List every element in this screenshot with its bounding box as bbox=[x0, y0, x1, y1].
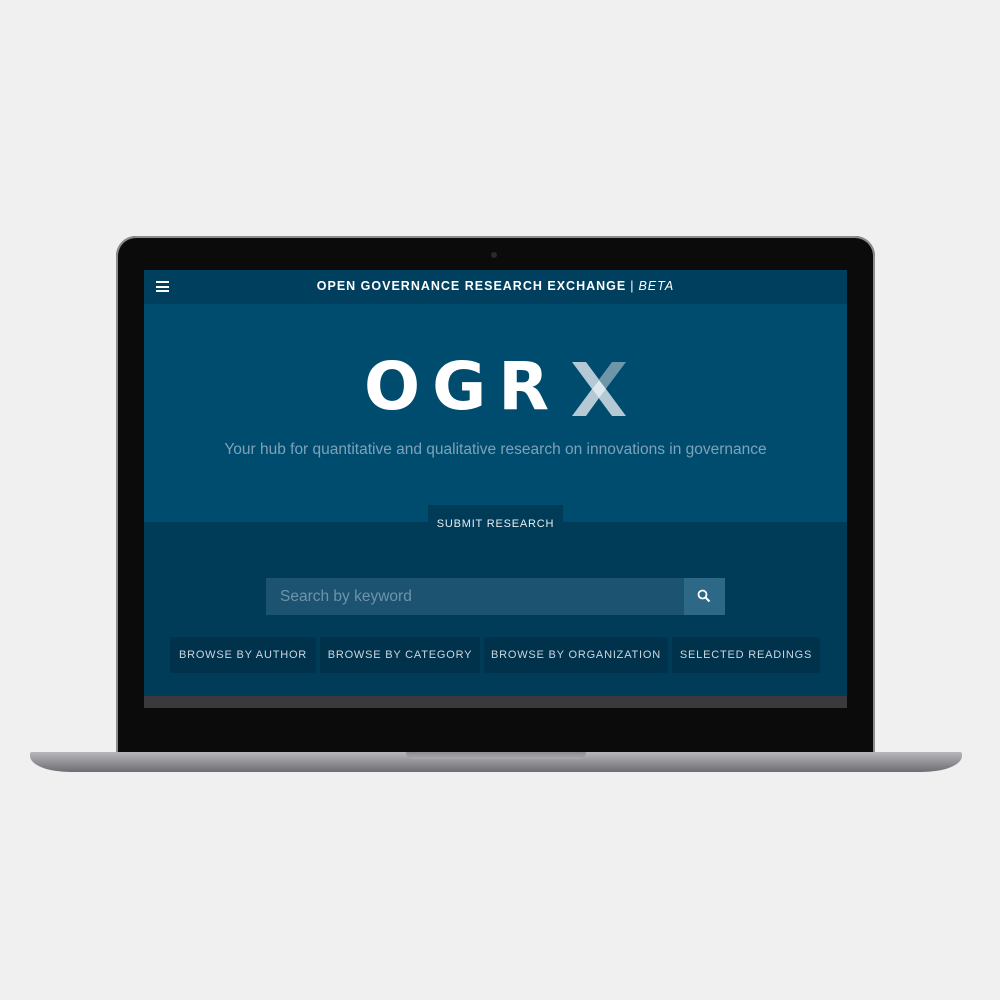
x-logo-icon bbox=[572, 362, 626, 416]
site-title: OPEN GOVERNANCE RESEARCH EXCHANGE | BETA bbox=[144, 270, 847, 304]
site-title-text: OPEN GOVERNANCE RESEARCH EXCHANGE bbox=[316, 279, 627, 293]
submit-research-button[interactable]: SUBMIT RESEARCH bbox=[428, 505, 563, 541]
search-input[interactable] bbox=[266, 578, 684, 615]
search-bar bbox=[266, 578, 725, 615]
top-bar: OPEN GOVERNANCE RESEARCH EXCHANGE | BETA bbox=[144, 270, 847, 304]
bottom-strip bbox=[144, 696, 847, 708]
hero-section: OGR Your hub for quantitative and qualit… bbox=[144, 304, 847, 522]
browse-by-author-button[interactable]: BROWSE BY AUTHOR bbox=[170, 637, 316, 673]
logo-text: OGR bbox=[364, 348, 562, 425]
selected-readings-button[interactable]: SELECTED READINGS bbox=[672, 637, 820, 673]
search-icon bbox=[697, 589, 711, 603]
search-button[interactable] bbox=[684, 578, 725, 615]
tagline: Your hub for quantitative and qualitativ… bbox=[224, 441, 767, 458]
beta-label: BETA bbox=[638, 279, 675, 293]
browse-by-organization-button[interactable]: BROWSE BY ORGANIZATION bbox=[484, 637, 668, 673]
laptop-notch bbox=[406, 752, 586, 759]
screen: OPEN GOVERNANCE RESEARCH EXCHANGE | BETA O… bbox=[144, 270, 847, 708]
ogrx-logo: OGR bbox=[364, 352, 634, 422]
camera-dot bbox=[491, 252, 497, 258]
title-separator: | bbox=[630, 279, 635, 293]
mockup-stage: OPEN GOVERNANCE RESEARCH EXCHANGE | BETA O… bbox=[0, 0, 1000, 1000]
browse-by-category-button[interactable]: BROWSE BY CATEGORY bbox=[320, 637, 480, 673]
